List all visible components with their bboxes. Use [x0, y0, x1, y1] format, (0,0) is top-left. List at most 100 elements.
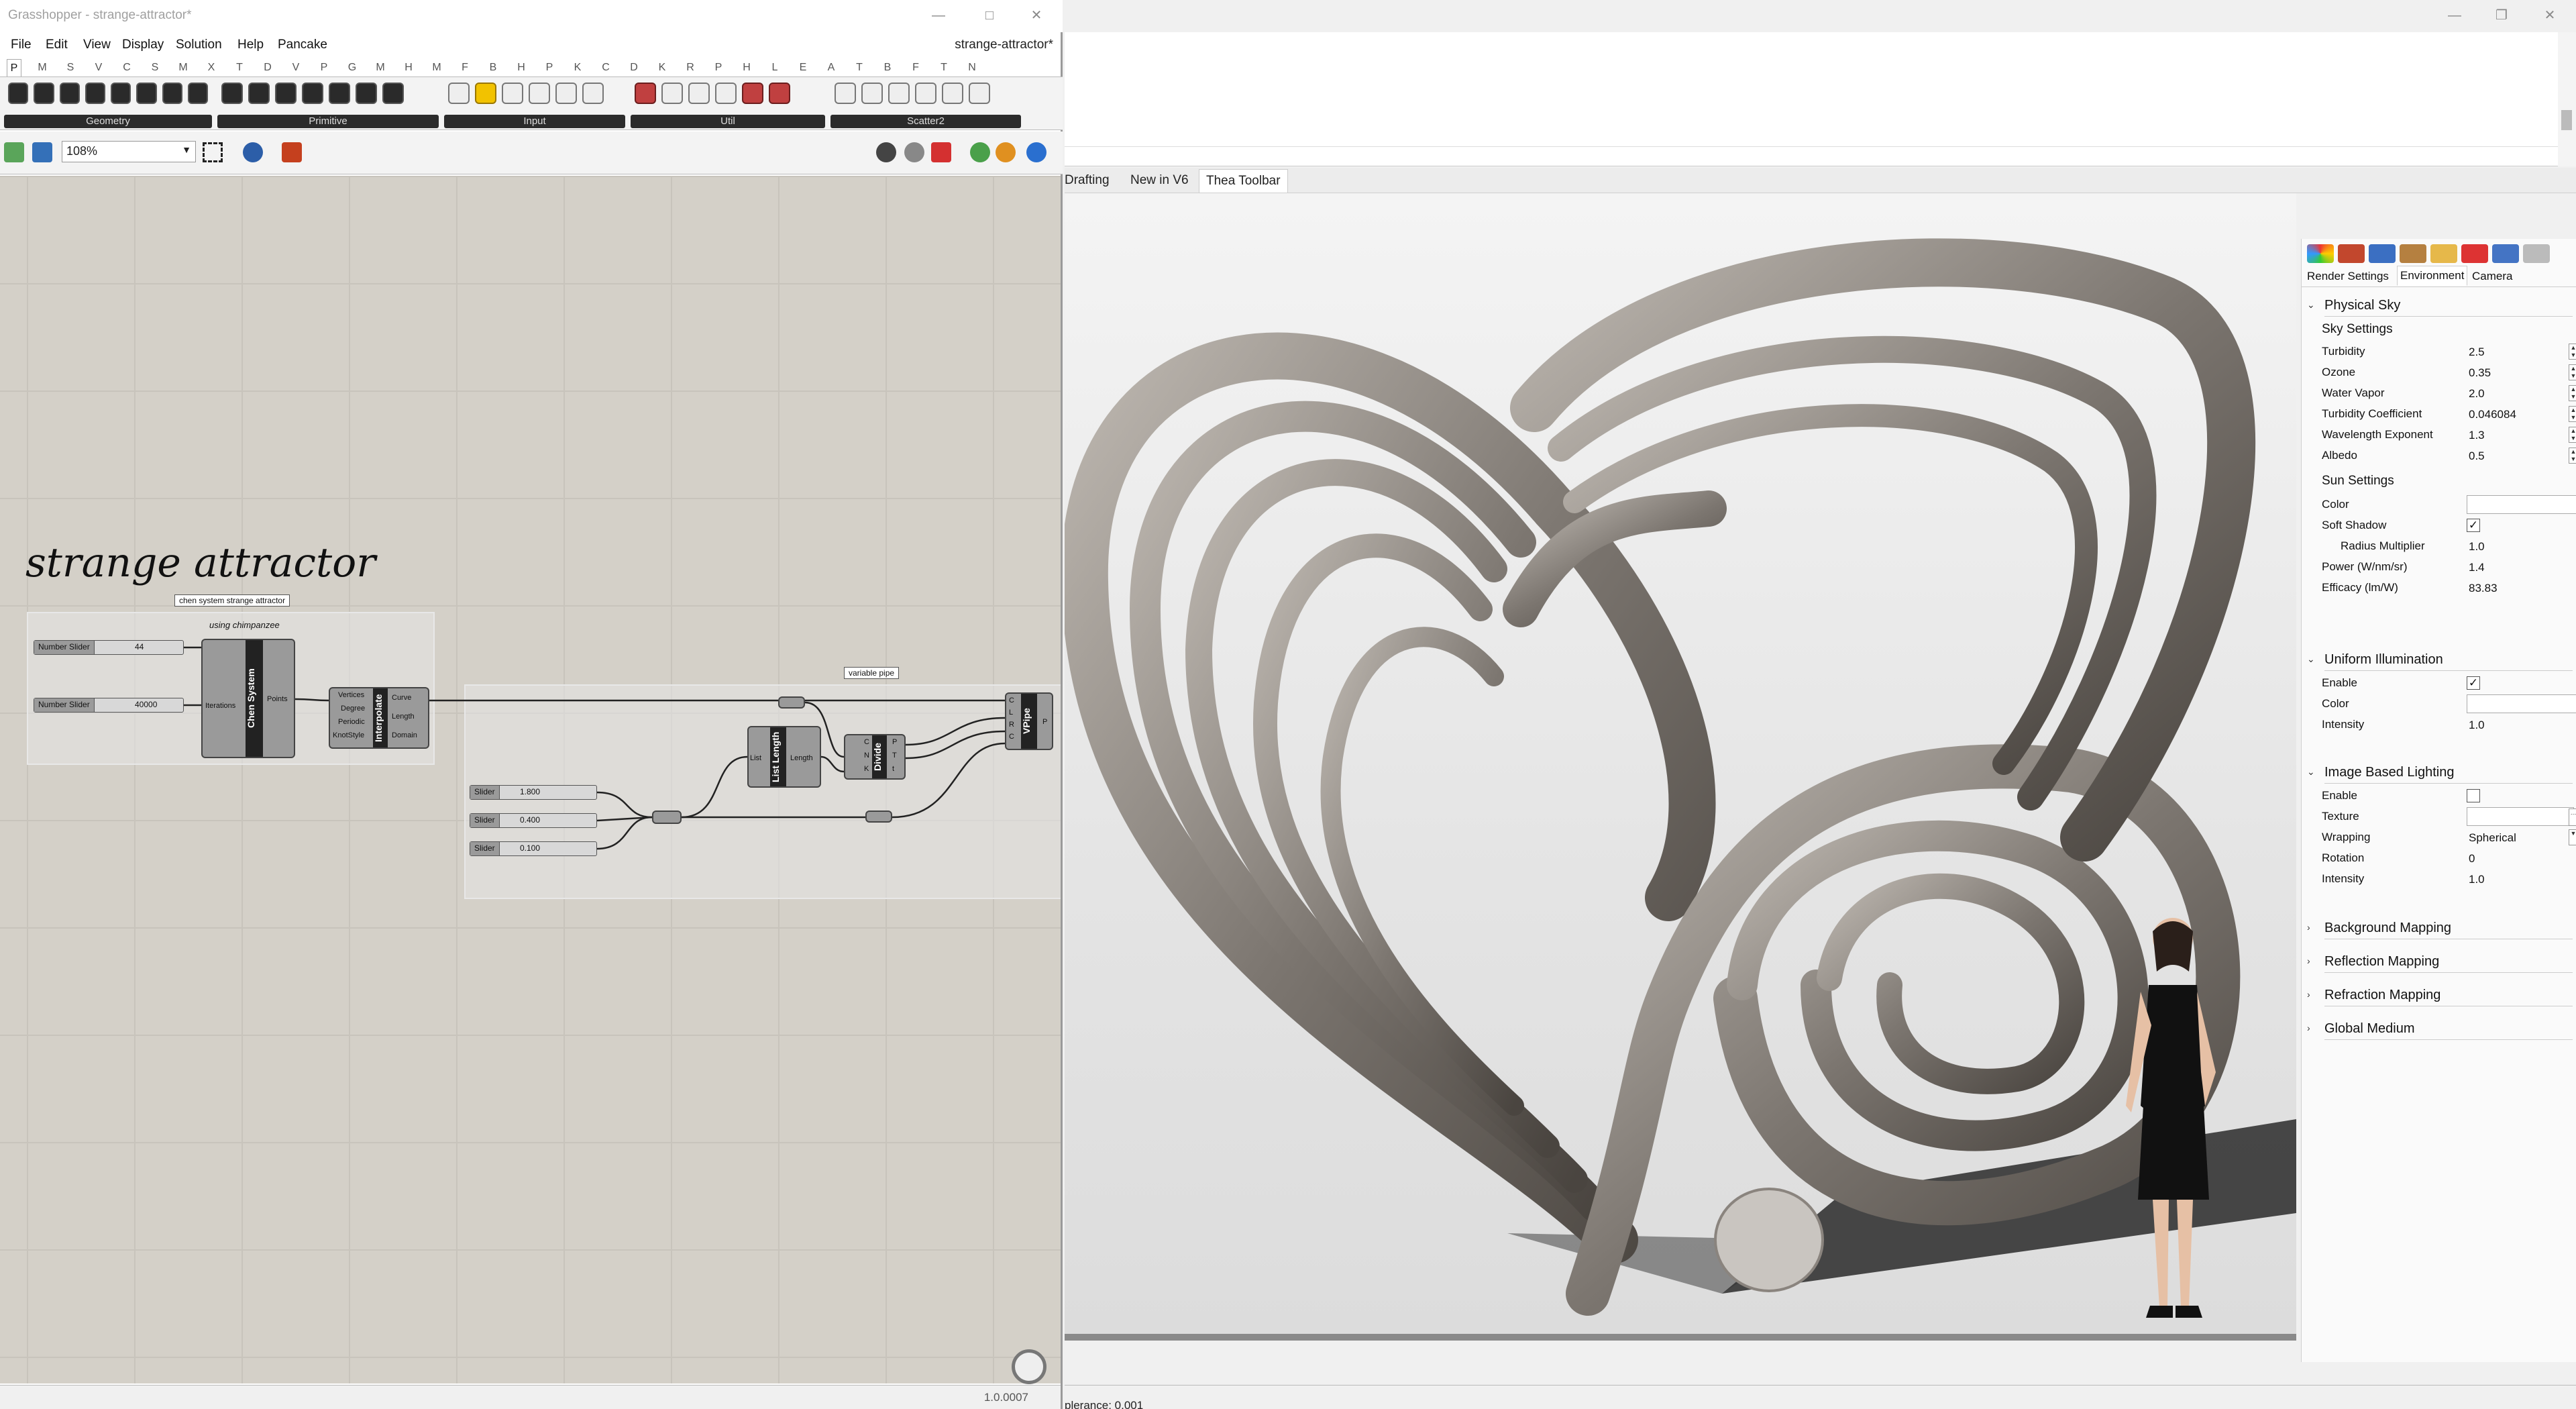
tab-b[interactable]: B	[486, 62, 500, 74]
tab-h2[interactable]: H	[514, 62, 529, 74]
tab-drafting[interactable]: Drafting	[1065, 173, 1110, 188]
section-image-based-lighting[interactable]: ⌄ Image Based Lighting	[2302, 761, 2576, 784]
save-file-icon[interactable]	[32, 142, 52, 162]
tab-t2[interactable]: T	[936, 62, 951, 74]
tab-m2[interactable]: M	[373, 62, 388, 74]
tab-n[interactable]: N	[965, 62, 979, 74]
menu-pancake[interactable]: Pancake	[278, 38, 327, 52]
section-physical-sky[interactable]: ⌄ Physical Sky	[2302, 294, 2576, 317]
checkbox-unchecked-icon[interactable]	[2467, 789, 2480, 802]
value-list-icon[interactable]	[582, 83, 604, 104]
turbidity-coefficient-input[interactable]: 0.046084	[2467, 405, 2576, 423]
maximize-icon[interactable]: □	[978, 4, 1001, 27]
tab-m3[interactable]: M	[429, 62, 444, 74]
tab-f2[interactable]: F	[908, 62, 923, 74]
boolean-param-icon[interactable]	[221, 83, 243, 104]
preview-selected-icon[interactable]	[931, 142, 951, 162]
graph-mapper-icon[interactable]	[475, 83, 496, 104]
tab-transform[interactable]: T	[232, 62, 247, 74]
rhino-command-history[interactable]	[1065, 32, 2558, 166]
tab-c[interactable]: C	[598, 62, 613, 74]
rhino-viewport[interactable]	[1065, 193, 2296, 1341]
wrapping-select[interactable]: Spherical	[2467, 828, 2576, 847]
arrow-outline-icon[interactable]	[715, 83, 737, 104]
gh-canvas[interactable]: strange attractor using chimpanzee chen …	[0, 176, 1061, 1384]
tab-f[interactable]: F	[458, 62, 472, 74]
spinner-icon[interactable]: ▲ ▼	[2569, 385, 2576, 401]
command-scrollbar[interactable]	[2558, 32, 2576, 166]
arc-param-icon[interactable]	[136, 83, 157, 104]
domain-param-icon[interactable]	[329, 83, 350, 104]
flask-icon[interactable]	[769, 83, 790, 104]
text-param-icon[interactable]	[302, 83, 323, 104]
scatter-grid-icon[interactable]	[888, 83, 910, 104]
tab-k2[interactable]: K	[655, 62, 669, 74]
radius-multiplier-input[interactable]: 1.0	[2467, 537, 2576, 556]
uniform-color-swatch[interactable]	[2467, 694, 2576, 713]
turbidity-input[interactable]: 2.5	[2467, 342, 2576, 361]
preview-eye-icon[interactable]	[243, 142, 263, 162]
section-reflection-mapping[interactable]: › Reflection Mapping	[2302, 950, 2576, 973]
globe-icon[interactable]	[1026, 142, 1046, 162]
spinner-icon[interactable]: ▲ ▼	[2569, 448, 2576, 464]
display-mode-icon[interactable]	[996, 142, 1016, 162]
tab-params[interactable]: P	[7, 59, 21, 76]
power-input[interactable]: 1.4	[2467, 558, 2576, 576]
scatter-icon[interactable]	[861, 83, 883, 104]
wavelength-exponent-input[interactable]: 1.3	[2467, 425, 2576, 444]
tab-t[interactable]: T	[852, 62, 867, 74]
tab-curve[interactable]: C	[119, 62, 134, 74]
menu-edit[interactable]: Edit	[46, 38, 68, 52]
tab-e[interactable]: E	[796, 62, 810, 74]
section-uniform-illumination[interactable]: ⌄ Uniform Illumination	[2302, 648, 2576, 671]
number-param-icon[interactable]	[275, 83, 297, 104]
circle-param-icon[interactable]	[59, 83, 80, 104]
tab-mesh[interactable]: M	[176, 62, 191, 74]
tab-v[interactable]: V	[288, 62, 303, 74]
sphere-icon[interactable]	[742, 83, 763, 104]
tab-thea-toolbar[interactable]: Thea Toolbar	[1199, 169, 1288, 193]
panel-icon[interactable]	[448, 83, 470, 104]
tab-h[interactable]: H	[401, 62, 416, 74]
spinner-icon[interactable]: ▲ ▼	[2569, 344, 2576, 360]
menu-view[interactable]: View	[83, 38, 111, 52]
close-icon[interactable]: ✕	[2538, 4, 2561, 27]
zoom-extents-icon[interactable]	[203, 142, 223, 162]
close-icon[interactable]: ✕	[1025, 4, 1048, 27]
tab-l[interactable]: L	[767, 62, 782, 74]
menu-file[interactable]: File	[11, 38, 32, 52]
slider-icon[interactable]	[502, 83, 523, 104]
toggle-icon[interactable]	[529, 83, 550, 104]
vector-param-icon[interactable]	[34, 83, 54, 104]
environment-icon[interactable]	[2369, 244, 2396, 263]
folder-icon[interactable]	[2430, 244, 2457, 263]
sun-color-swatch[interactable]	[2467, 495, 2576, 514]
tab-k[interactable]: K	[570, 62, 585, 74]
tab-a[interactable]: A	[824, 62, 839, 74]
uniform-intensity-input[interactable]: 1.0	[2467, 715, 2576, 734]
tab-intersect[interactable]: X	[204, 62, 219, 74]
browse-button[interactable]: …	[2569, 808, 2576, 826]
gear-icon[interactable]	[2523, 244, 2550, 263]
menu-help[interactable]: Help	[237, 38, 264, 52]
scatter-mesh-icon[interactable]	[942, 83, 963, 104]
curve-param-icon[interactable]	[111, 83, 131, 104]
minimize-icon[interactable]: —	[2443, 4, 2466, 27]
open-file-icon[interactable]	[4, 142, 24, 162]
restore-icon[interactable]: ❐	[2490, 4, 2513, 27]
button-icon[interactable]	[555, 83, 577, 104]
tab-p3[interactable]: P	[711, 62, 726, 74]
efficacy-input[interactable]: 83.83	[2467, 578, 2576, 597]
tab-p2[interactable]: P	[542, 62, 557, 74]
tree-icon[interactable]	[661, 83, 683, 104]
tab-sets[interactable]: S	[63, 62, 78, 74]
paw-icon[interactable]	[835, 83, 856, 104]
sketch-icon[interactable]	[282, 142, 302, 162]
ozone-input[interactable]: 0.35	[2467, 363, 2576, 382]
integer-param-icon[interactable]	[248, 83, 270, 104]
mesh-param-icon[interactable]	[187, 83, 208, 104]
preview-wire-icon[interactable]	[876, 142, 896, 162]
spinner-icon[interactable]: ▲ ▼	[2569, 406, 2576, 422]
rotation-input[interactable]: 0	[2467, 849, 2576, 868]
spinner-icon[interactable]: ▲ ▼	[2569, 364, 2576, 380]
